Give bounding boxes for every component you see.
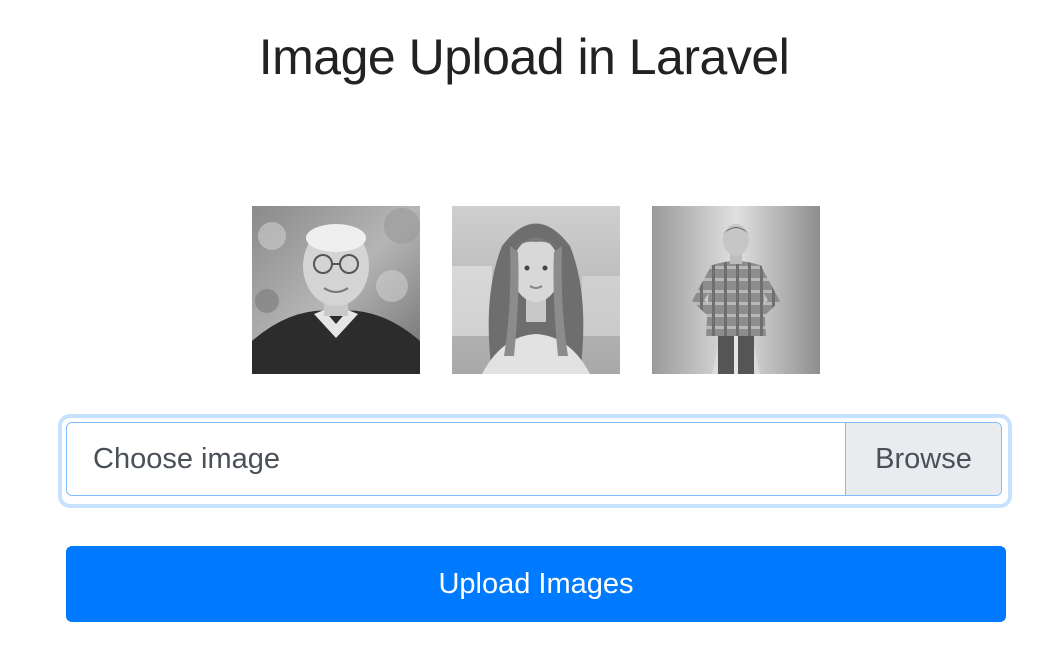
image-gallery <box>0 206 1048 374</box>
gallery-image <box>452 206 620 374</box>
file-input-placeholder: Choose image <box>93 443 280 475</box>
upload-page: Image Upload in Laravel Choose image Bro… <box>0 0 1048 650</box>
upload-images-button[interactable]: Upload Images <box>66 546 1006 622</box>
gallery-image <box>252 206 420 374</box>
browse-button[interactable]: Browse <box>845 423 1001 495</box>
gallery-image <box>652 206 820 374</box>
image-file-input[interactable]: Choose image Browse <box>66 422 1002 496</box>
page-title: Image Upload in Laravel <box>258 29 790 85</box>
file-input-group: Choose image Browse <box>62 418 1008 504</box>
